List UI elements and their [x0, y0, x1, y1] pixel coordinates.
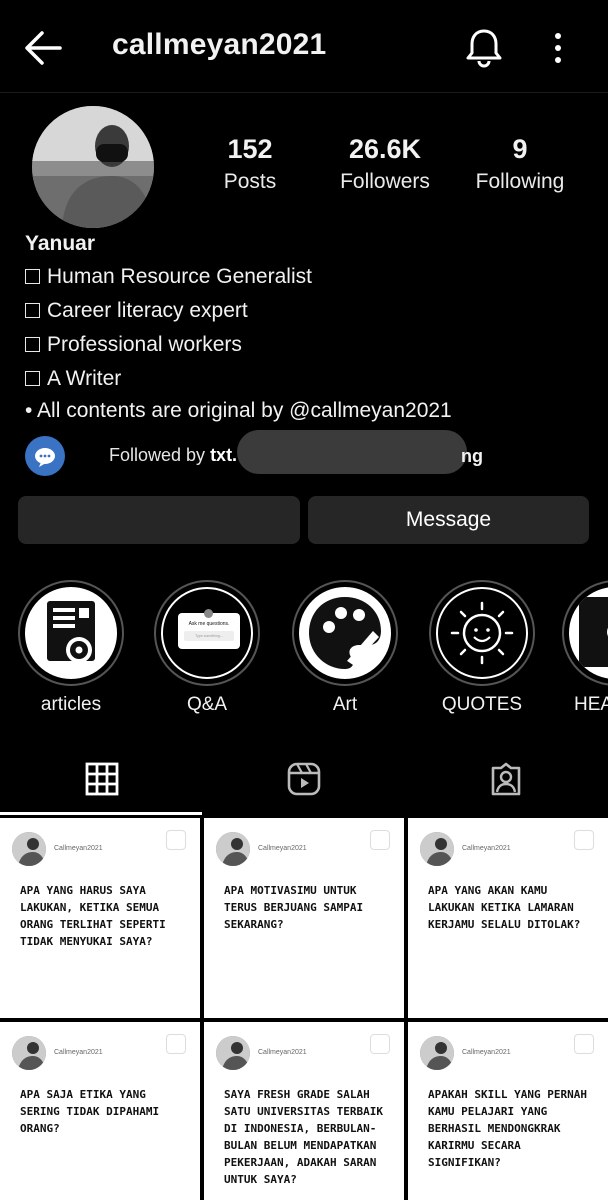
highlight-label: QUOTES — [441, 694, 523, 715]
follower-avatar-icon — [25, 436, 65, 476]
bio-line: Professional workers — [25, 328, 585, 362]
more-vertical-icon — [555, 33, 561, 63]
highlight-partial[interactable]: HEA — [562, 580, 608, 716]
question-box-icon: Ask me questions. Type something... — [161, 587, 253, 679]
highlight-qa[interactable]: Ask me questions. Type something... Q&A — [152, 580, 262, 716]
followed-by-suffix: ng — [461, 446, 483, 466]
back-button[interactable] — [22, 28, 66, 68]
tab-tagged[interactable] — [404, 750, 606, 816]
multi-post-icon — [370, 830, 390, 850]
post-tile[interactable]: Callmeyan2021 APA YANG HARUS SAYA LAKUKA… — [0, 818, 200, 1018]
post-question: APA YANG HARUS SAYA LAKUKAN, KETIKA SEMU… — [20, 884, 166, 948]
highlight-articles[interactable]: articles — [16, 580, 126, 716]
post-avatar — [216, 1036, 250, 1070]
more-options-button[interactable] — [546, 28, 570, 68]
post-question: APA SAJA ETIKA YANG SERING TIDAK DIPAHAM… — [20, 1088, 160, 1135]
post-handle: Callmeyan2021 — [462, 1049, 511, 1056]
notifications-button[interactable] — [464, 26, 504, 68]
highlight-label: articles — [40, 694, 102, 715]
profile-username: callmeyan2021 — [112, 28, 327, 61]
stat-following[interactable]: 9 Following — [450, 132, 590, 198]
post-tile[interactable]: Callmeyan2021 APAKAH SKILL YANG PERNAH K… — [408, 1022, 608, 1200]
checkbox-glyph-icon — [25, 269, 40, 284]
partial-highlight-icon — [569, 587, 608, 679]
post-tile[interactable]: Callmeyan2021 APA YANG AKAN KAMU LAKUKAN… — [408, 818, 608, 1018]
highlight-label: HEA — [574, 694, 608, 715]
arrow-back-icon — [25, 31, 62, 65]
follow-button[interactable] — [18, 496, 300, 544]
highlight-art[interactable]: Art — [290, 580, 400, 716]
profile-avatar[interactable] — [32, 106, 154, 228]
post-avatar — [216, 832, 250, 866]
posts-count: 152 — [227, 134, 273, 164]
post-grid: Callmeyan2021 APA YANG HARUS SAYA LAKUKA… — [0, 818, 608, 1200]
grid-icon — [85, 762, 119, 796]
profile-tabs — [0, 750, 608, 816]
post-question: APA YANG AKAN KAMU LAKUKAN KETIKA LAMARA… — [428, 884, 581, 931]
post-tile[interactable]: Callmeyan2021 APA MOTIVASIMU UNTUK TERUS… — [204, 818, 404, 1018]
checkbox-glyph-icon — [25, 337, 40, 352]
profile-bio: Yanuar Human Resource Generalist Career … — [25, 232, 585, 426]
post-handle: Callmeyan2021 — [54, 845, 103, 852]
followers-count: 26.6K — [348, 134, 422, 164]
bio-footer: • All contents are original by @callmeya… — [25, 399, 452, 422]
post-avatar — [420, 832, 454, 866]
post-tile[interactable]: Callmeyan2021 SAYA FRESH GRADE SALAH SAT… — [204, 1022, 404, 1200]
multi-post-icon — [574, 1034, 594, 1054]
posts-label: Posts — [223, 170, 277, 193]
post-question: SAYA FRESH GRADE SALAH SATU UNIVERSITAS … — [224, 1088, 383, 1186]
post-handle: Callmeyan2021 — [258, 1049, 307, 1056]
top-bar: callmeyan2021 — [0, 0, 608, 92]
bio-line: Human Resource Generalist — [25, 260, 585, 294]
reels-icon — [287, 762, 321, 796]
document-gear-icon — [25, 587, 117, 679]
multi-post-icon — [166, 1034, 186, 1054]
palette-icon — [299, 587, 391, 679]
stat-followers[interactable]: 26.6K Followers — [315, 132, 455, 198]
following-count: 9 — [512, 134, 528, 164]
post-avatar — [12, 1036, 46, 1070]
smiling-sun-icon — [436, 587, 528, 679]
post-question: APA MOTIVASIMU UNTUK TERUS BERJUANG SAMP… — [224, 884, 364, 931]
followed-by-row[interactable]: Followed by txt. ng — [25, 430, 585, 476]
message-button[interactable]: Message — [308, 496, 589, 544]
followed-by-text: Followed by txt. — [109, 445, 238, 465]
checkbox-glyph-icon — [25, 303, 40, 318]
highlight-label: Art — [332, 694, 358, 715]
post-tile[interactable]: Callmeyan2021 APA SAJA ETIKA YANG SERING… — [0, 1022, 200, 1200]
multi-post-icon — [166, 830, 186, 850]
tab-reels[interactable] — [202, 750, 404, 816]
post-handle: Callmeyan2021 — [462, 845, 511, 852]
post-avatar — [12, 832, 46, 866]
avatar-photo — [32, 106, 154, 228]
active-tab-indicator — [0, 812, 202, 815]
followers-label: Followers — [340, 170, 430, 193]
header-divider — [0, 92, 608, 93]
bio-line: Career literacy expert — [25, 294, 585, 328]
post-avatar — [420, 1036, 454, 1070]
post-handle: Callmeyan2021 — [258, 845, 307, 852]
bell-icon — [466, 29, 502, 68]
bio-line: A Writer — [25, 362, 585, 396]
stat-posts[interactable]: 152 Posts — [180, 132, 320, 198]
tagged-person-icon — [491, 762, 521, 796]
post-question: APAKAH SKILL YANG PERNAH KAMU PELAJARI Y… — [428, 1088, 587, 1169]
highlight-quotes[interactable]: QUOTES — [427, 580, 537, 716]
tab-grid[interactable] — [0, 750, 202, 816]
redacted-name-mask — [237, 430, 467, 474]
highlight-label: Q&A — [186, 694, 228, 715]
checkbox-glyph-icon — [25, 371, 40, 386]
multi-post-icon — [574, 830, 594, 850]
profile-display-name: Yanuar — [25, 232, 96, 255]
multi-post-icon — [370, 1034, 390, 1054]
post-handle: Callmeyan2021 — [54, 1049, 103, 1056]
following-label: Following — [475, 170, 565, 193]
